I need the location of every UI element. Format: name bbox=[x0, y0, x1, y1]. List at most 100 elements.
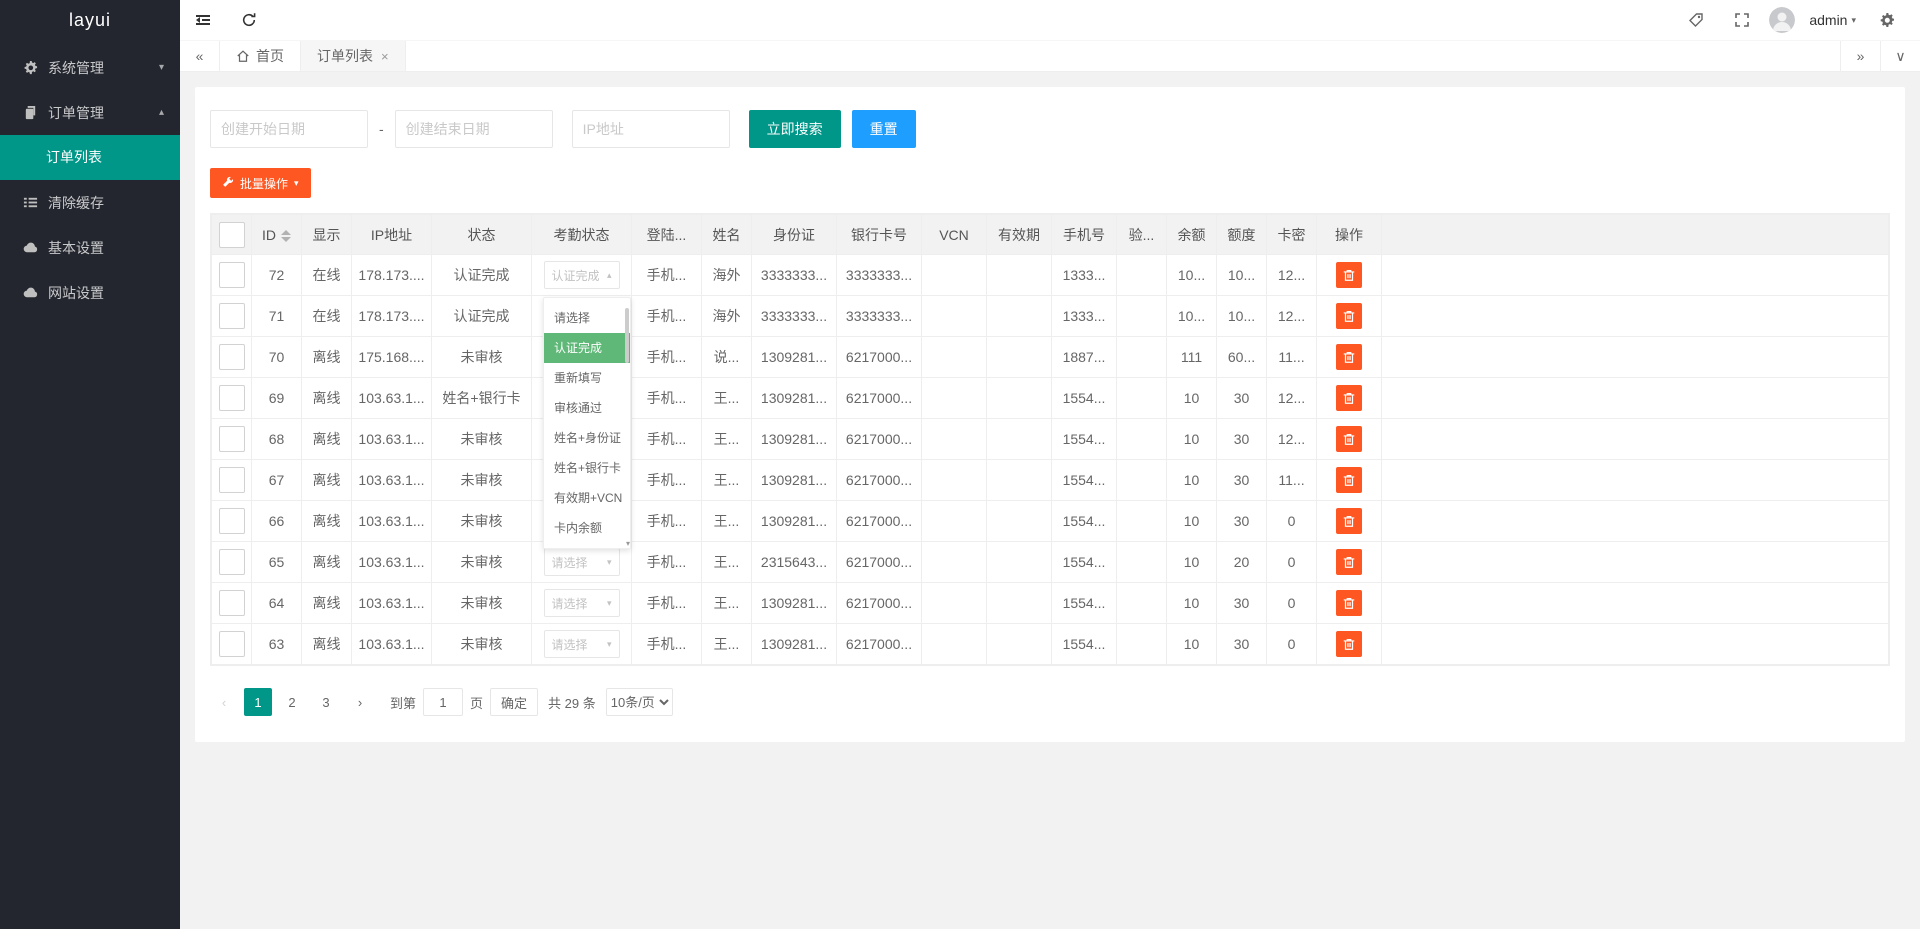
dropdown-option[interactable]: 重新填写 bbox=[544, 363, 630, 393]
table-row: 68 离线 103.63.1... 未审核 bbox=[212, 419, 1889, 460]
tabs-scroll-right-button[interactable]: » bbox=[1840, 41, 1880, 71]
close-icon[interactable]: × bbox=[381, 49, 389, 64]
chevron-up-icon: ▴ bbox=[159, 107, 164, 118]
select-arrow-icon: ▴ bbox=[607, 270, 612, 281]
ip-address-input[interactable] bbox=[572, 110, 730, 148]
sidebar-item-basic-settings[interactable]: 基本设置 bbox=[0, 225, 180, 270]
page-next-button[interactable]: › bbox=[346, 688, 374, 716]
user-menu[interactable]: admin ▾ bbox=[1801, 12, 1864, 28]
goto-confirm-button[interactable]: 确定 bbox=[490, 688, 538, 716]
page-prev-button[interactable]: ‹ bbox=[210, 688, 238, 716]
attendance-select[interactable]: 请选择 ▾ bbox=[544, 589, 620, 617]
table-row: 70 离线 175.168.... 未审核 bbox=[212, 337, 1889, 378]
page-button-1[interactable]: 1 bbox=[244, 688, 272, 716]
tab-home[interactable]: 首页 bbox=[220, 41, 301, 71]
toolbar: 批量操作 ▾ bbox=[210, 168, 1890, 198]
col-id[interactable]: ID bbox=[252, 215, 302, 255]
cell-attendance: 请选择 ▾ bbox=[532, 583, 632, 624]
tabs-scroll-left-button[interactable]: « bbox=[180, 41, 220, 71]
attendance-select[interactable]: 认证完成 ▴ bbox=[544, 261, 620, 289]
dropdown-option[interactable]: 姓名+银行卡 bbox=[544, 453, 630, 483]
cell-quota: 20 bbox=[1217, 542, 1267, 583]
cell-ip: 178.173.... bbox=[352, 296, 432, 337]
cell-validity bbox=[987, 419, 1052, 460]
row-checkbox[interactable] bbox=[219, 590, 245, 616]
cell-display: 离线 bbox=[302, 460, 352, 501]
attendance-select[interactable]: 请选择 ▾ bbox=[544, 630, 620, 658]
batch-actions-button[interactable]: 批量操作 ▾ bbox=[210, 168, 311, 198]
sidebar-item-site-settings[interactable]: 网站设置 bbox=[0, 270, 180, 315]
collapse-sidebar-button[interactable] bbox=[180, 0, 226, 40]
cell-id: 71 bbox=[252, 296, 302, 337]
cell-validity bbox=[987, 337, 1052, 378]
delete-button[interactable] bbox=[1336, 549, 1362, 575]
search-button[interactable]: 立即搜索 bbox=[749, 110, 841, 148]
tab-order-list[interactable]: 订单列表 × bbox=[301, 41, 406, 71]
dropdown-option[interactable]: 认证完成 bbox=[544, 333, 630, 363]
dropdown-option[interactable]: 有效期+VCN bbox=[544, 483, 630, 513]
cell-login: 手机... bbox=[632, 337, 702, 378]
row-checkbox[interactable] bbox=[219, 262, 245, 288]
select-all-checkbox[interactable] bbox=[219, 222, 245, 248]
theme-settings-icon[interactable] bbox=[1864, 0, 1910, 40]
dropdown-option[interactable]: 审核通过 bbox=[544, 393, 630, 423]
table-row: 63 离线 103.63.1... 未审核 请选择 ▾ bbox=[212, 624, 1889, 665]
fullscreen-icon[interactable] bbox=[1719, 0, 1765, 40]
tabs-menu-button[interactable]: ∨ bbox=[1880, 41, 1920, 71]
sidebar-item-order-list[interactable]: 订单列表 bbox=[0, 135, 180, 180]
goto-page-input[interactable] bbox=[423, 688, 463, 716]
content: - 立即搜索 重置 批量操作 ▾ bbox=[180, 72, 1920, 929]
delete-button[interactable] bbox=[1336, 385, 1362, 411]
row-checkbox[interactable] bbox=[219, 508, 245, 534]
sidebar-item-clear-cache[interactable]: 清除缓存 bbox=[0, 180, 180, 225]
select-arrow-icon: ▾ bbox=[607, 557, 612, 568]
row-checkbox[interactable] bbox=[219, 467, 245, 493]
delete-button[interactable] bbox=[1336, 303, 1362, 329]
row-checkbox[interactable] bbox=[219, 549, 245, 575]
cell-login: 手机... bbox=[632, 419, 702, 460]
page-size-select[interactable]: 10条/页 bbox=[606, 688, 673, 716]
sort-icon[interactable] bbox=[281, 230, 291, 242]
refresh-button[interactable] bbox=[226, 0, 272, 40]
row-checkbox[interactable] bbox=[219, 631, 245, 657]
sidebar-item-orders[interactable]: 订单管理 ▴ bbox=[0, 90, 180, 135]
delete-button[interactable] bbox=[1336, 262, 1362, 288]
dropdown-option[interactable]: 姓名+身份证 bbox=[544, 423, 630, 453]
cell-phone: 1554... bbox=[1052, 542, 1117, 583]
delete-button[interactable] bbox=[1336, 590, 1362, 616]
topbar-right: admin ▾ bbox=[1673, 0, 1920, 40]
delete-button[interactable] bbox=[1336, 467, 1362, 493]
goto-label: 到第 bbox=[390, 693, 416, 712]
delete-button[interactable] bbox=[1336, 344, 1362, 370]
date-start-input[interactable] bbox=[210, 110, 368, 148]
cell-idcard: 1309281... bbox=[752, 501, 837, 542]
cell-idcard: 1309281... bbox=[752, 583, 837, 624]
delete-button[interactable] bbox=[1336, 631, 1362, 657]
col-validity: 有效期 bbox=[987, 215, 1052, 255]
dropdown-scrollbar[interactable] bbox=[625, 308, 629, 363]
cell-bankcard: 3333333... bbox=[837, 255, 922, 296]
page-button-3[interactable]: 3 bbox=[312, 688, 340, 716]
avatar[interactable] bbox=[1769, 7, 1795, 33]
row-checkbox[interactable] bbox=[219, 303, 245, 329]
page-button-2[interactable]: 2 bbox=[278, 688, 306, 716]
row-checkbox[interactable] bbox=[219, 426, 245, 452]
cell-idcard: 1309281... bbox=[752, 419, 837, 460]
date-end-input[interactable] bbox=[395, 110, 553, 148]
cell-checkbox bbox=[212, 460, 252, 501]
dropdown-option[interactable]: 请选择 bbox=[544, 303, 630, 333]
sidebar-item-system[interactable]: 系统管理 ▾ bbox=[0, 45, 180, 90]
tag-icon[interactable] bbox=[1673, 0, 1719, 40]
delete-button[interactable] bbox=[1336, 508, 1362, 534]
reset-button[interactable]: 重置 bbox=[852, 110, 916, 148]
row-checkbox[interactable] bbox=[219, 385, 245, 411]
delete-button[interactable] bbox=[1336, 426, 1362, 452]
col-ip: IP地址 bbox=[352, 215, 432, 255]
cell-name: 王... bbox=[702, 460, 752, 501]
search-form: - 立即搜索 重置 bbox=[210, 102, 1890, 148]
cell-filler bbox=[1382, 624, 1889, 665]
cell-ip: 103.63.1... bbox=[352, 460, 432, 501]
row-checkbox[interactable] bbox=[219, 344, 245, 370]
attendance-select[interactable]: 请选择 ▾ bbox=[544, 548, 620, 576]
dropdown-option[interactable]: 卡内余额 bbox=[544, 513, 630, 543]
